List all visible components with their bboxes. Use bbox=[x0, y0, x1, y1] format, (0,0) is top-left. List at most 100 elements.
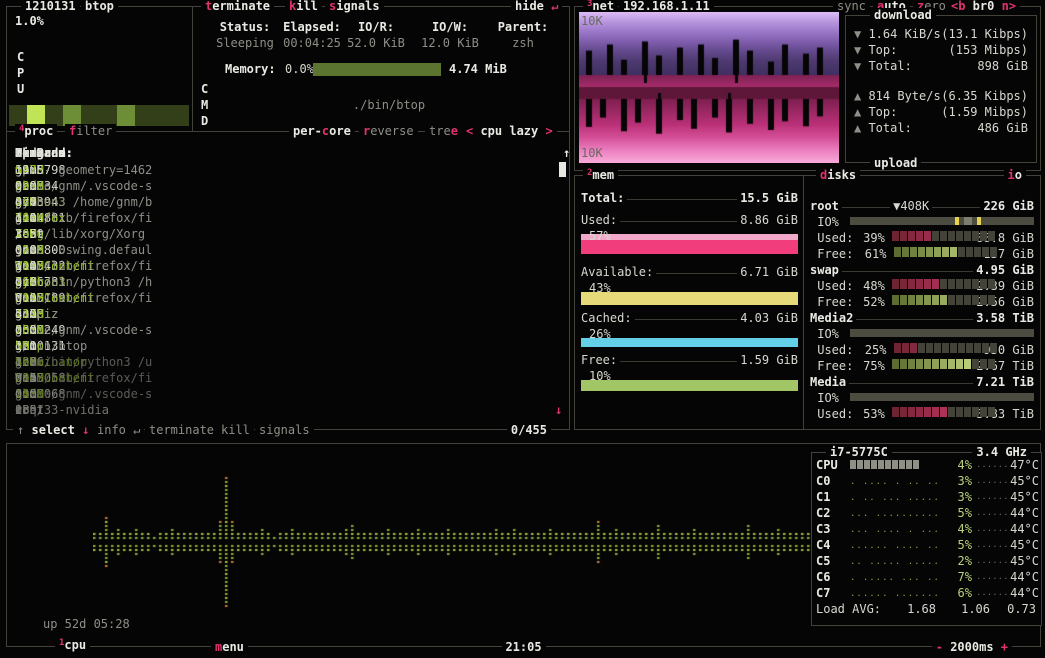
tree-toggle[interactable]: tree bbox=[425, 124, 462, 138]
filter-button[interactable]: filter bbox=[65, 124, 116, 138]
table-row[interactable]: 1186798mpvmpv --geometry=146215gnm547M19… bbox=[15, 162, 563, 178]
load-avg-value: 1.06 bbox=[954, 601, 990, 617]
download-arrow-icon: ▼ bbox=[854, 26, 868, 42]
menu-button[interactable]: menu bbox=[211, 640, 248, 654]
reverse-toggle[interactable]: reverse bbox=[359, 124, 418, 138]
disk-section-header: root▼408K226 GiB bbox=[810, 198, 1034, 214]
tab-mem[interactable]: 2mem bbox=[583, 168, 618, 184]
detail-field: IO/R:52.0 KiB bbox=[334, 19, 418, 51]
upload-arrow-icon: ▲ bbox=[854, 120, 868, 136]
memory-percent: 0.0% bbox=[285, 61, 314, 77]
table-row[interactable]: 3145058Web Content/usr/lib/firefox/fi28g… bbox=[15, 370, 563, 386]
table-row[interactable]: 1186781python3/usr/bin/python3 /h4gnm76M… bbox=[15, 274, 563, 290]
disk-meter-block bbox=[948, 295, 955, 305]
core-name: C6 bbox=[816, 569, 830, 585]
disk-meter bbox=[894, 247, 984, 257]
mem-gauge-label: Free: bbox=[581, 352, 617, 368]
mini-graph-bar bbox=[45, 105, 63, 126]
per-core-toggle[interactable]: per-core bbox=[289, 124, 355, 138]
table-row[interactable]: 7286terminator/usr/bin/python3 /u4gnm56M… bbox=[15, 354, 563, 370]
core-temp: 45°C bbox=[1005, 489, 1039, 505]
core-percent: 5% bbox=[940, 537, 972, 553]
disk-used-percent: 53% bbox=[861, 406, 885, 422]
net-info-value: 898 GiB bbox=[977, 58, 1028, 74]
table-row[interactable]: 3144881firefox/usr/lib/firefox/fi143gnm7… bbox=[15, 210, 563, 226]
table-row[interactable]: 999834node/home/gnm/.vscode-s12gnm309M0.… bbox=[15, 178, 563, 194]
upload-arrow-icon: ▲ bbox=[854, 104, 868, 120]
disk-used-label: Used: bbox=[810, 406, 861, 422]
process-detail-cpu-box: 1210131 btop 1.0% C P U bbox=[6, 6, 194, 133]
net-info-value: 486 GiB bbox=[977, 120, 1028, 136]
table-row[interactable]: 1000068node/home/gnm/.vscode-s11gnm145M0… bbox=[15, 386, 563, 402]
net-info-label: 814 Byte/s bbox=[868, 88, 940, 104]
mini-graph-bar bbox=[81, 105, 99, 126]
core-row: C4...... .... .. ...5%..........45°C bbox=[816, 537, 1037, 553]
table-row[interactable]: 7378compizcompiz4gnm114M5.0 bbox=[15, 306, 563, 322]
mem-gauge-percent: 57% bbox=[589, 228, 611, 244]
disk-meter-block bbox=[940, 231, 947, 241]
core-temp: 44°C bbox=[1005, 505, 1039, 521]
hide-button[interactable]: hide ↵ bbox=[511, 0, 562, 13]
disk-io-row: IO% bbox=[810, 214, 1034, 230]
kill-footer-button[interactable]: kill bbox=[217, 423, 254, 437]
disk-meter-block bbox=[988, 295, 995, 305]
disk-io-bar bbox=[850, 329, 1034, 337]
net-info-label: Top: bbox=[868, 42, 897, 58]
tab-cpu[interactable]: 1cpu bbox=[55, 638, 90, 654]
table-row[interactable]: 1891irq/33-nvidia1root0B2.5 bbox=[15, 402, 563, 418]
mem-gauge-value: 1.59 GiB bbox=[740, 352, 798, 368]
disk-meter-block bbox=[956, 231, 963, 241]
cell-cpu-percent: 1.0 bbox=[15, 338, 37, 354]
table-row[interactable]: 1639Xorg/usr/lib/xorg/Xorg2root79M3.5 bbox=[15, 226, 563, 242]
table-row[interactable]: 1186800javajava -Dswing.defaul66gnm621M0… bbox=[15, 242, 563, 258]
disk-used-percent: 25% bbox=[861, 342, 887, 358]
mini-graph-bar bbox=[63, 105, 81, 126]
disk-meter-block bbox=[916, 231, 923, 241]
io-mode-button[interactable]: io bbox=[1004, 168, 1026, 182]
table-row[interactable]: 474394python3python3 /home/gnm/b3gnm16M0… bbox=[15, 194, 563, 210]
cpu-meter-block bbox=[878, 460, 884, 469]
load-avg-value: 1.68 bbox=[900, 601, 936, 617]
disk-meter-block bbox=[924, 359, 931, 369]
disk-meter-block bbox=[932, 407, 939, 417]
kill-button[interactable]: kill bbox=[285, 0, 322, 13]
table-row[interactable]: 1210131btop./bin/btop3gnm5M1.0 bbox=[15, 338, 563, 354]
scroll-down-arrow[interactable]: ↓ bbox=[555, 402, 562, 418]
net-info-value: (13.1 Kibps) bbox=[941, 26, 1028, 42]
disk-free-percent: 75% bbox=[861, 358, 885, 374]
disk-name: swap bbox=[810, 262, 839, 278]
mem-gauge-row: Cached:4.03 GiB bbox=[581, 310, 798, 326]
core-graph-dots: ...... .... .. ... bbox=[850, 538, 942, 554]
signals-button[interactable]: signals bbox=[325, 0, 384, 13]
scroll-up-arrow[interactable]: ↑ bbox=[563, 145, 570, 161]
disk-free-label: Free: bbox=[810, 294, 861, 310]
disk-meter-block bbox=[924, 295, 931, 305]
update-interval-control[interactable]: - 2000ms + bbox=[932, 640, 1012, 654]
col-cpu[interactable]: Cpu% bbox=[15, 145, 44, 161]
cpu-meter-block bbox=[906, 460, 912, 469]
cell-cpu-percent: 0.0 bbox=[15, 178, 37, 194]
interface-selector[interactable]: <b br0 n> bbox=[947, 0, 1020, 13]
table-row[interactable]: 3145189Web Content/usr/lib/firefox/fi30g… bbox=[15, 290, 563, 306]
signals-footer-button[interactable]: signals bbox=[255, 423, 314, 437]
terminate-footer-button[interactable]: terminate bbox=[145, 423, 218, 437]
disk-io-row: IO% bbox=[810, 326, 1034, 342]
disk-meter-block bbox=[964, 407, 971, 417]
disk-meter-block bbox=[892, 295, 899, 305]
disk-meter-block bbox=[900, 295, 907, 305]
disk-meter-block bbox=[988, 359, 995, 369]
disk-used-row: Used: 48% 2.39 GiB bbox=[810, 278, 1034, 294]
info-button[interactable]: info ↵ bbox=[93, 423, 144, 437]
table-row[interactable]: 3145432Web Content/usr/lib/firefox/fi30g… bbox=[15, 258, 563, 274]
disk-meter-block bbox=[980, 279, 987, 289]
core-graph-dots: . .... . .. ..... bbox=[850, 474, 942, 490]
select-buttons[interactable]: ↑ select ↓ bbox=[13, 423, 93, 437]
table-row[interactable]: 1000249node/home/gnm/.vscode-s15gnm585M0… bbox=[15, 322, 563, 338]
scrollbar-thumb[interactable] bbox=[559, 162, 566, 177]
terminate-button[interactable]: terminate bbox=[201, 0, 274, 13]
cmd-vertical-label-d: D bbox=[201, 113, 208, 129]
core-temp: 44°C bbox=[1005, 569, 1039, 585]
tab-proc[interactable]: 4proc bbox=[15, 124, 57, 140]
detail-field-value: 52.0 KiB bbox=[334, 35, 418, 51]
sort-selector[interactable]: < cpu lazy > bbox=[462, 124, 557, 138]
